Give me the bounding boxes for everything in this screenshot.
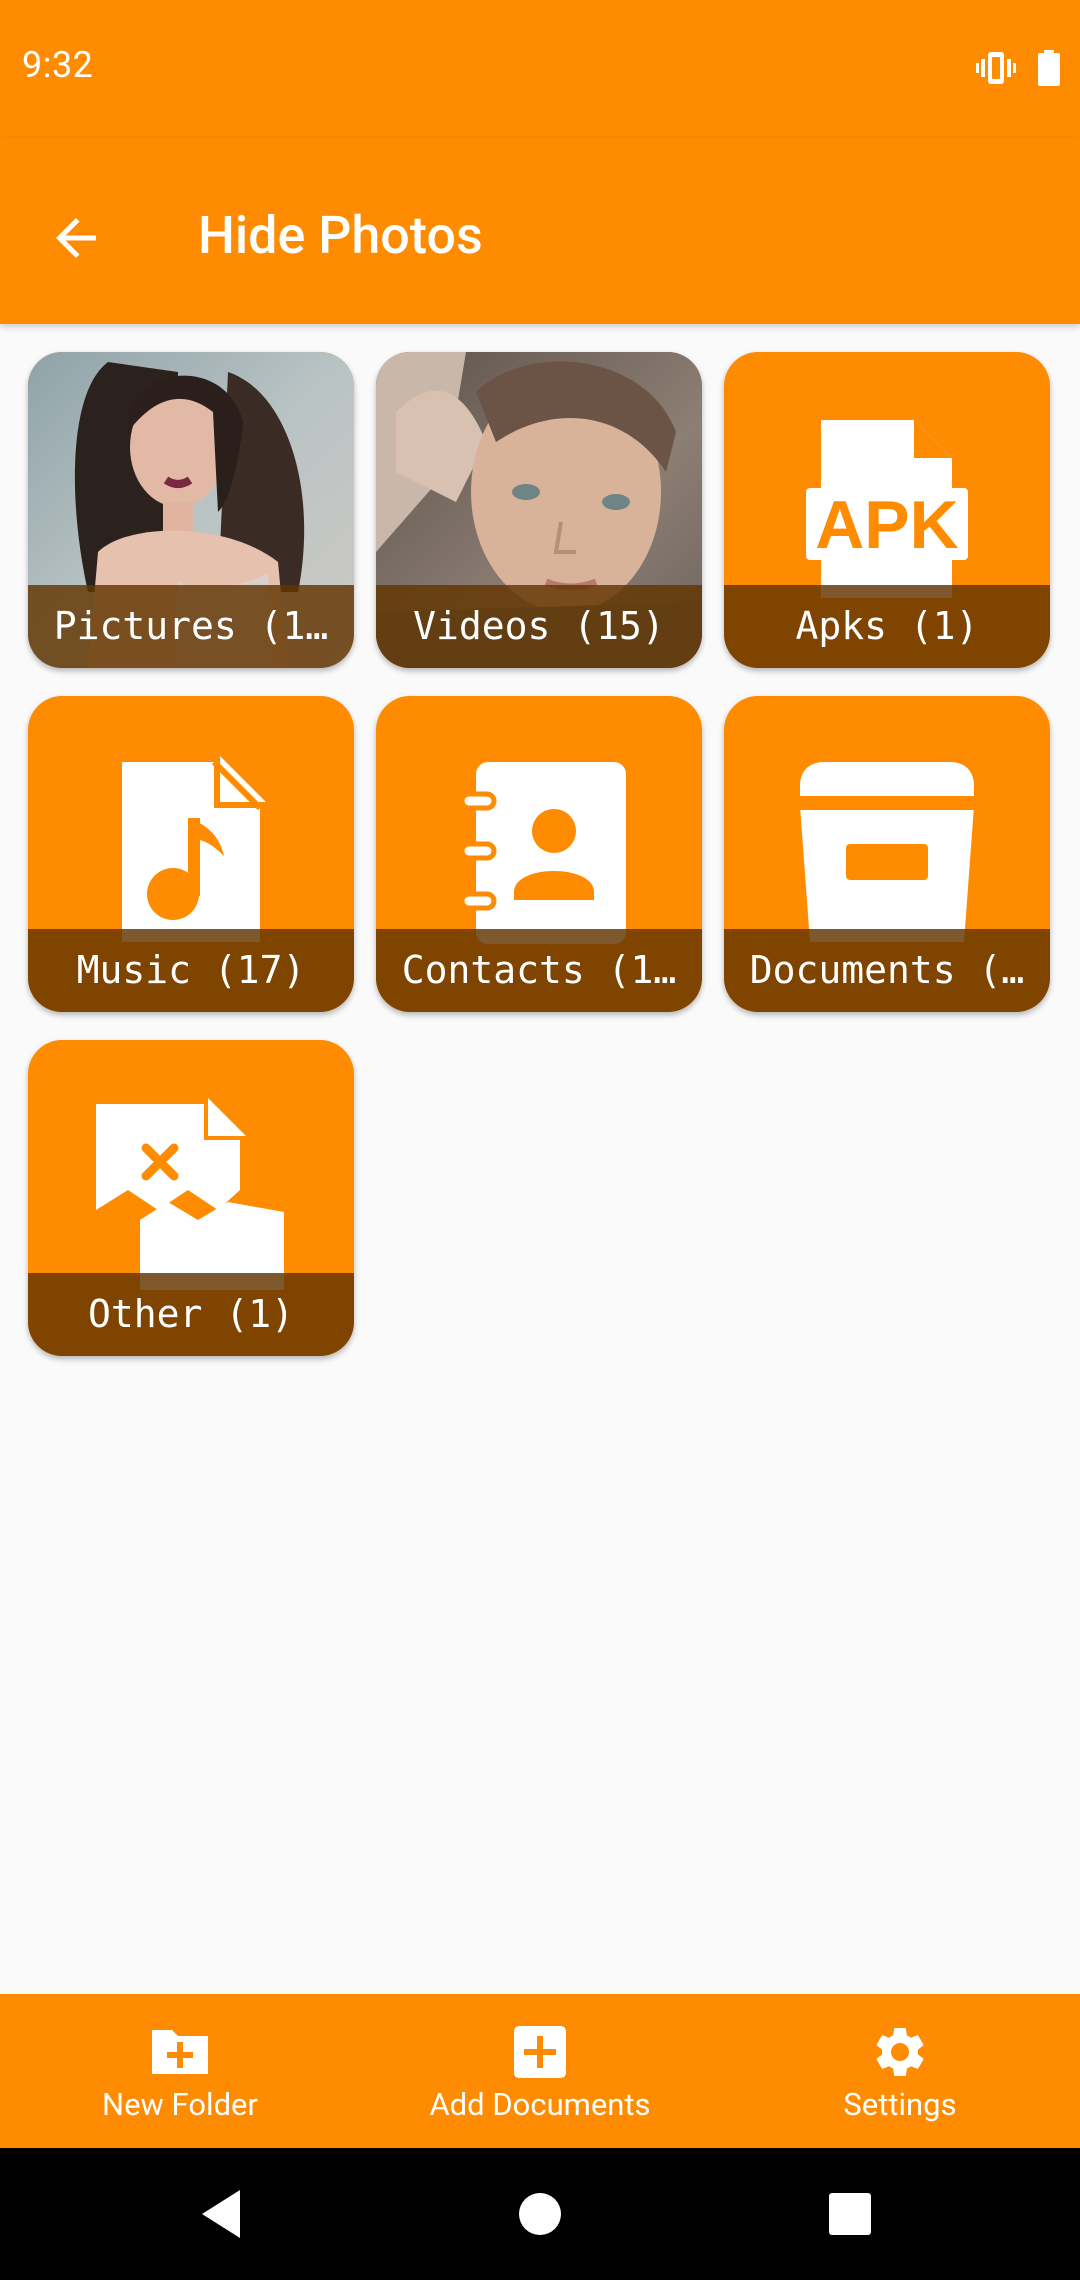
svg-text:APK: APK bbox=[815, 487, 959, 563]
folder-plus-icon bbox=[152, 2030, 208, 2074]
folder-tile-apks[interactable]: APK Apks (1) bbox=[724, 352, 1050, 668]
battery-icon bbox=[1038, 50, 1060, 86]
app-bar: Hide Photos bbox=[0, 138, 1080, 324]
recents-square-icon[interactable] bbox=[818, 2182, 882, 2246]
folder-grid: Pictures (1… Videos (15) APK Apks (1) Mu… bbox=[28, 352, 1052, 1356]
new-folder-button[interactable]: New Folder bbox=[0, 1994, 360, 2148]
folder-tile-documents[interactable]: Documents (… bbox=[724, 696, 1050, 1012]
nav-label: Settings bbox=[843, 2086, 957, 2123]
home-circle-icon[interactable] bbox=[508, 2182, 572, 2246]
back-button[interactable] bbox=[26, 188, 126, 288]
back-triangle-icon[interactable] bbox=[192, 2182, 256, 2246]
tile-label: Apks (1) bbox=[724, 585, 1050, 668]
folder-tile-videos[interactable]: Videos (15) bbox=[376, 352, 702, 668]
page-title: Hide Photos bbox=[198, 205, 483, 266]
settings-button[interactable]: Settings bbox=[720, 1994, 1080, 2148]
nav-label: Add Documents bbox=[429, 2086, 651, 2123]
arrow-back-icon bbox=[56, 218, 96, 258]
system-nav-bar bbox=[0, 2148, 1080, 2280]
status-time: 9:32 bbox=[22, 44, 94, 86]
gear-icon bbox=[876, 2027, 924, 2076]
nav-label: New Folder bbox=[102, 2086, 258, 2123]
tile-label: Documents (… bbox=[724, 929, 1050, 1012]
folder-tile-music[interactable]: Music (17) bbox=[28, 696, 354, 1012]
add-documents-button[interactable]: Add Documents bbox=[360, 1994, 720, 2148]
tile-label: Pictures (1… bbox=[28, 585, 354, 668]
tile-label: Other (1) bbox=[28, 1273, 354, 1356]
add-box-icon bbox=[514, 2026, 566, 2078]
folder-tile-other[interactable]: Other (1) bbox=[28, 1040, 354, 1356]
folder-tile-contacts[interactable]: Contacts (1… bbox=[376, 696, 702, 1012]
status-bar: 9:32 bbox=[0, 0, 1080, 138]
tile-label: Contacts (1… bbox=[376, 929, 702, 1012]
tile-label: Videos (15) bbox=[376, 585, 702, 668]
status-icons bbox=[976, 48, 1060, 88]
folder-tile-pictures[interactable]: Pictures (1… bbox=[28, 352, 354, 668]
tile-label: Music (17) bbox=[28, 929, 354, 1012]
vibrate-icon bbox=[976, 52, 1016, 84]
bottom-nav: New Folder Add Documents Settings bbox=[0, 1994, 1080, 2148]
